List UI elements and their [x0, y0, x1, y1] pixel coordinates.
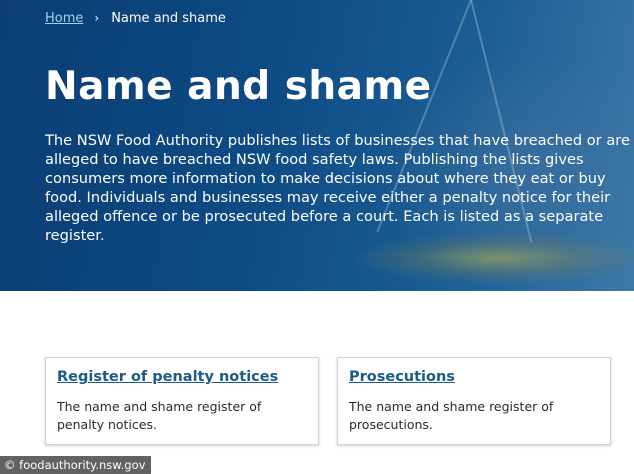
intro-paragraph: The NSW Food Authority publishes lists o… — [45, 132, 630, 244]
breadcrumb: Home › Name and shame — [45, 10, 226, 26]
penalty-notices-link[interactable]: Register of penalty notices — [57, 369, 278, 385]
page-title: Name and shame — [45, 64, 432, 109]
breadcrumb-current: Name and shame — [111, 10, 226, 26]
hero-banner: Home › Name and shame Name and shame The… — [0, 0, 634, 291]
prosecutions-link[interactable]: Prosecutions — [349, 369, 455, 385]
card-description: The name and shame register of penalty n… — [57, 399, 262, 432]
chevron-right-icon: › — [94, 11, 100, 25]
breadcrumb-home-link[interactable]: Home — [45, 11, 83, 26]
card-prosecutions[interactable]: Prosecutions The name and shame register… — [337, 357, 611, 445]
image-credit: © foodauthority.nsw.gov — [0, 456, 151, 474]
card-description: The name and shame register of prosecuti… — [349, 399, 554, 432]
card-penalty-notices[interactable]: Register of penalty notices The name and… — [45, 357, 319, 445]
